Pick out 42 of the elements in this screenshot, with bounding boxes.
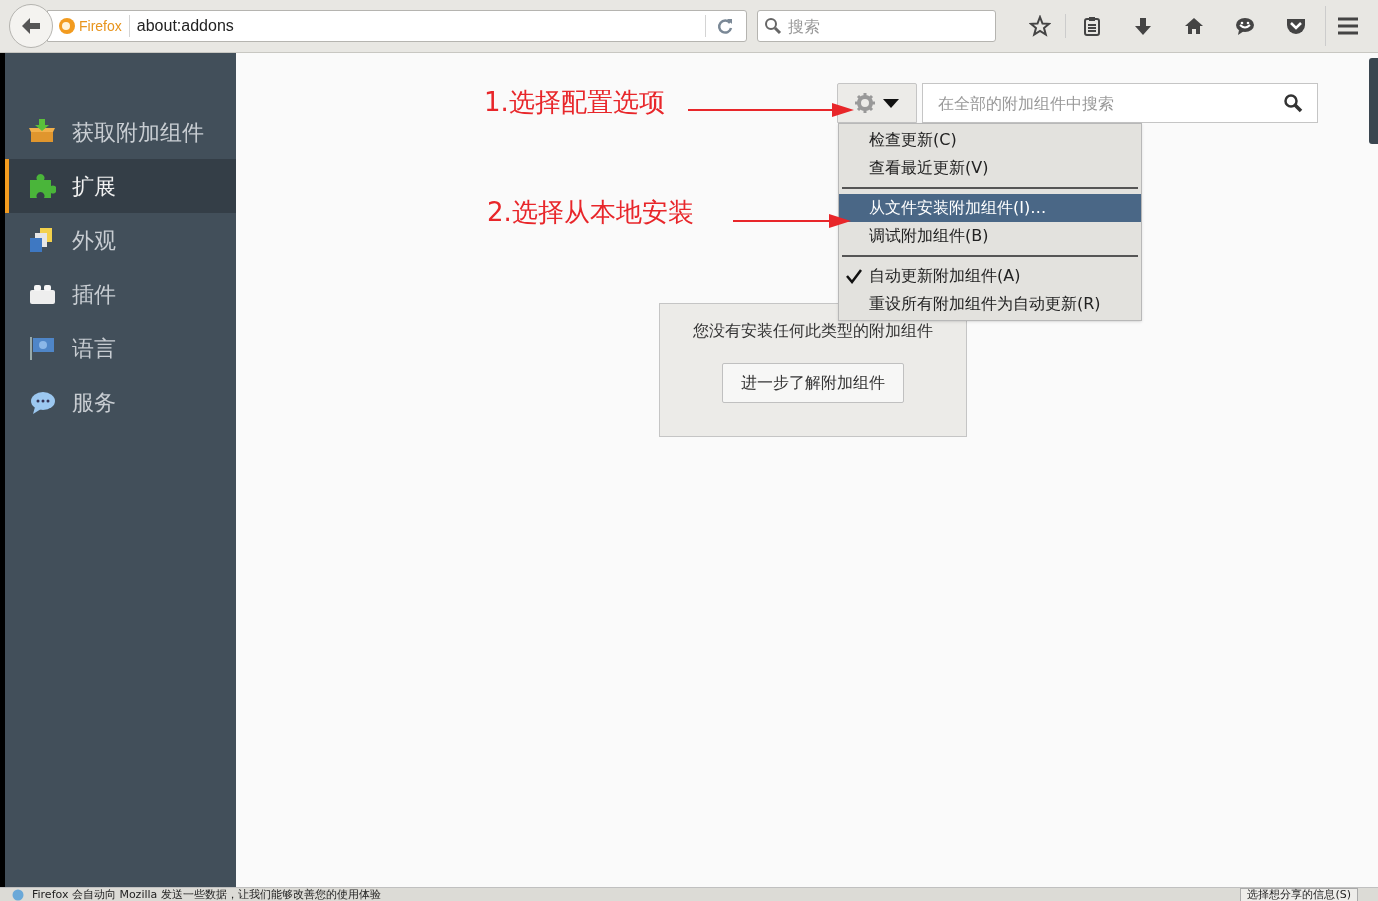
firefox-icon bbox=[58, 17, 76, 35]
menu-item[interactable]: 查看最近更新(V) bbox=[839, 154, 1141, 182]
annotation-label: 2.选择从本地安装 bbox=[487, 196, 694, 229]
url-text: about:addons bbox=[136, 16, 235, 36]
notification-message: Firefox 会自动向 Mozilla 发送一些数据，让我们能够改善您的使用体验 bbox=[32, 888, 382, 901]
search-icon bbox=[1283, 93, 1303, 113]
search-box[interactable]: 搜索 bbox=[757, 10, 996, 42]
sidebar-item[interactable]: 扩展 bbox=[5, 159, 236, 213]
menu-item[interactable]: 从文件安装附加组件(I)… bbox=[839, 194, 1141, 222]
menu-item[interactable]: 检查更新(C) bbox=[839, 126, 1141, 154]
caret-icon bbox=[883, 98, 899, 108]
reload-button[interactable] bbox=[716, 17, 735, 35]
sidebar-item[interactable]: 插件 bbox=[5, 267, 236, 321]
flag-icon bbox=[28, 334, 56, 362]
menu-item[interactable]: 自动更新附加组件(A) bbox=[839, 262, 1141, 290]
sidebar-item[interactable]: 获取附加组件 bbox=[5, 105, 236, 159]
menu-icon bbox=[1337, 16, 1359, 36]
search-icon bbox=[764, 17, 783, 35]
info-icon bbox=[12, 888, 24, 901]
empty-notice-message: 您没有安装任何此类型的附加组件 bbox=[693, 320, 933, 342]
sidebar-item[interactable]: 语言 bbox=[5, 321, 236, 375]
learn-more-button[interactable]: 进一步了解附加组件 bbox=[722, 363, 904, 403]
sidebar-item[interactable]: 服务 bbox=[5, 375, 236, 429]
address-bar[interactable]: Firefox about:addons bbox=[47, 10, 748, 42]
share-choice-button[interactable]: 选择想分享的信息(S) bbox=[1240, 887, 1358, 901]
check-icon bbox=[846, 268, 862, 284]
puzzle-icon bbox=[28, 172, 56, 200]
addon-search-box[interactable]: 在全部的附加组件中搜索 bbox=[922, 83, 1318, 123]
chat-bubble-icon bbox=[1233, 15, 1256, 37]
back-button[interactable] bbox=[9, 4, 53, 48]
search-field[interactable]: 搜索 bbox=[788, 11, 989, 41]
bookmark-star-icon bbox=[1028, 15, 1051, 37]
tools-menu-button[interactable] bbox=[837, 83, 917, 123]
back-icon bbox=[21, 17, 41, 35]
reload-icon bbox=[716, 17, 735, 35]
annotation-label: 1.选择配置选项 bbox=[484, 86, 665, 119]
menu-item[interactable]: 调试附加组件(B) bbox=[839, 222, 1141, 250]
menu-item[interactable]: 重设所有附加组件为自动更新(R) bbox=[839, 290, 1141, 318]
sidebar-item[interactable]: 外观 bbox=[5, 213, 236, 267]
identity-label: Firefox bbox=[79, 16, 122, 36]
gear-icon bbox=[855, 93, 875, 113]
addon-search-field[interactable]: 在全部的附加组件中搜索 bbox=[938, 84, 1283, 122]
